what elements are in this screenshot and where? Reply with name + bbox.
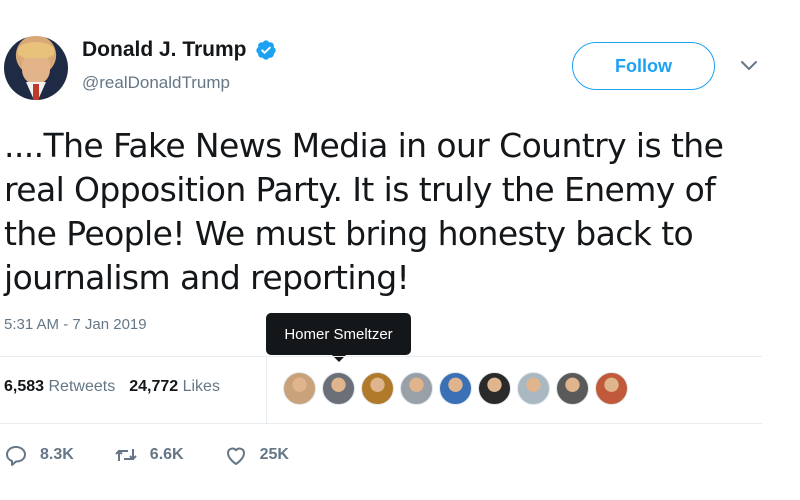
like-action-count: 25K — [259, 446, 289, 463]
tweet-timestamp[interactable]: 5:31 AM - 7 Jan 2019 — [4, 316, 147, 333]
liker-avatar-8[interactable] — [556, 372, 589, 405]
verified-badge-icon — [255, 40, 276, 60]
liker-avatar-3[interactable] — [361, 372, 394, 405]
liker-tooltip: Homer Smeltzer — [266, 313, 411, 362]
avatar-hair — [18, 42, 54, 58]
stats-divider-bottom — [0, 423, 762, 424]
chevron-down-icon[interactable] — [738, 58, 760, 74]
liker-avatar-4[interactable] — [400, 372, 433, 405]
stats-divider-vertical — [266, 356, 267, 424]
retweet-action[interactable]: 6.6K — [114, 444, 184, 466]
profile-avatar[interactable] — [4, 36, 68, 100]
author-handle[interactable]: @realDonaldTrump — [82, 73, 230, 93]
retweet-icon — [115, 449, 137, 461]
like-stat[interactable]: 24,772 Likes — [129, 378, 220, 396]
liker-avatar-5[interactable] — [439, 372, 472, 405]
tweet-actions: 8.3K 6.6K 25K — [4, 444, 329, 466]
tweet-stats: 6,583 Retweets 24,772 Likes — [4, 378, 220, 396]
author-display-name[interactable]: Donald J. Trump — [82, 38, 247, 62]
retweet-action-count: 6.6K — [149, 446, 184, 463]
avatar-tie — [33, 84, 39, 100]
liker-avatar-9[interactable] — [595, 372, 628, 405]
liker-avatars — [283, 372, 628, 405]
reply-icon — [6, 446, 26, 466]
reply-action[interactable]: 8.3K — [4, 444, 74, 466]
like-count: 24,772 — [129, 378, 179, 395]
reply-count: 8.3K — [40, 446, 74, 463]
heart-icon — [226, 447, 245, 465]
tweet-text: ....The Fake News Media in our Country i… — [4, 126, 724, 297]
liker-avatar-1[interactable] — [283, 372, 316, 405]
stats-divider-top — [0, 356, 762, 357]
author-name-row: Donald J. Trump — [82, 38, 277, 62]
like-stat-label: Likes — [182, 378, 220, 395]
retweet-stat-label: Retweets — [48, 378, 116, 395]
liker-avatar-2[interactable] — [322, 372, 355, 405]
liker-avatar-7[interactable] — [517, 372, 550, 405]
like-action[interactable]: 25K — [224, 444, 289, 466]
retweet-stat[interactable]: 6,583 Retweets — [4, 378, 115, 396]
follow-button[interactable]: Follow — [572, 42, 715, 90]
liker-avatar-6[interactable] — [478, 372, 511, 405]
retweet-count: 6,583 — [4, 378, 45, 395]
